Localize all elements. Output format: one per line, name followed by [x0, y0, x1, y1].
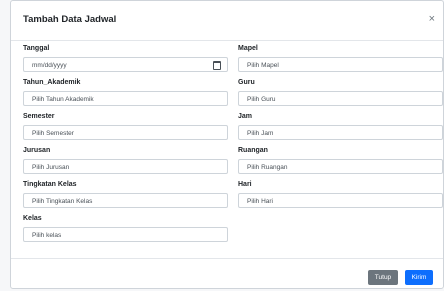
field-hari: Hari Pilih Hari	[238, 180, 443, 208]
modal-title: Tambah Data Jadwal	[23, 14, 117, 25]
modal-header: Tambah Data Jadwal ×	[11, 1, 443, 41]
field-label: Semester	[23, 113, 55, 120]
field-tahun-akademik: Tahun_Akademik Pilih Tahun Akademik	[23, 78, 228, 106]
add-schedule-modal: Tambah Data Jadwal × Tanggal mm/dd/yyyy …	[10, 0, 444, 289]
tingkatan-kelas-select[interactable]: Pilih Tingkatan Kelas	[23, 193, 228, 208]
field-tanggal: Tanggal mm/dd/yyyy	[23, 44, 228, 72]
jurusan-select[interactable]: Pilih Jurusan	[23, 159, 228, 174]
field-label: Tanggal	[23, 45, 50, 52]
field-kelas: Kelas Pilih kelas	[23, 214, 228, 242]
guru-select[interactable]: Pilih Guru	[238, 91, 443, 106]
date-input[interactable]: mm/dd/yyyy	[23, 57, 228, 72]
field-label: Kelas	[23, 215, 42, 222]
jam-select[interactable]: Pilih Jam	[238, 125, 443, 140]
date-input-value: mm/dd/yyyy	[32, 62, 67, 69]
field-jurusan: Jurusan Pilih Jurusan	[23, 146, 228, 174]
mapel-select[interactable]: Pilih Mapel	[238, 57, 443, 72]
submit-button[interactable]: Kirim	[405, 270, 433, 285]
field-label: Jurusan	[23, 147, 51, 154]
close-button[interactable]: Tutup	[368, 270, 398, 285]
field-tingkatan-kelas: Tingkatan Kelas Pilih Tingkatan Kelas	[23, 180, 228, 208]
close-icon[interactable]: ×	[429, 13, 435, 25]
field-label: Tingkatan Kelas	[23, 181, 77, 188]
tahun-akademik-select[interactable]: Pilih Tahun Akademik	[23, 91, 228, 106]
field-semester: Semester Pilih Semester	[23, 112, 228, 140]
field-label: Guru	[238, 79, 255, 86]
calendar-icon[interactable]	[213, 61, 221, 70]
semester-select[interactable]: Pilih Semester	[23, 125, 228, 140]
field-label: Jam	[238, 113, 253, 120]
hari-select[interactable]: Pilih Hari	[238, 193, 443, 208]
field-mapel: Mapel Pilih Mapel	[238, 44, 443, 72]
field-label: Ruangan	[238, 147, 268, 154]
field-guru: Guru Pilih Guru	[238, 78, 443, 106]
field-label: Tahun_Akademik	[23, 79, 81, 86]
field-ruangan: Ruangan Pilih Ruangan	[238, 146, 443, 174]
field-label: Mapel	[238, 45, 258, 52]
modal-footer-divider	[11, 258, 443, 259]
field-jam: Jam Pilih Jam	[238, 112, 443, 140]
ruangan-select[interactable]: Pilih Ruangan	[238, 159, 443, 174]
kelas-select[interactable]: Pilih kelas	[23, 227, 228, 242]
field-label: Hari	[238, 181, 252, 188]
